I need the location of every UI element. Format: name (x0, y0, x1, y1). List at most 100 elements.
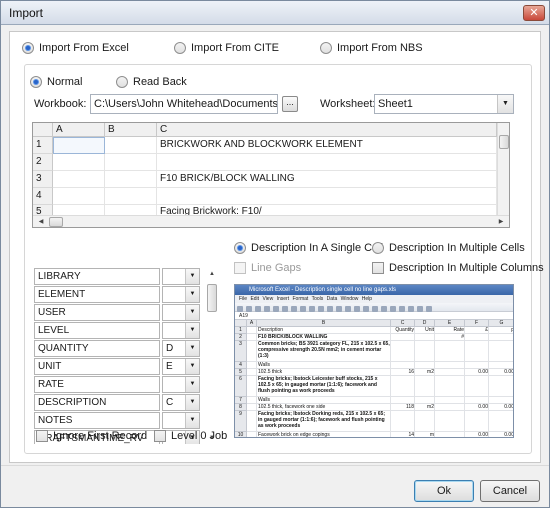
radio-import-cite[interactable]: Import From CITE (174, 42, 279, 54)
field-name: DESCRIPTION (34, 394, 160, 411)
preview-cell: Description (257, 327, 391, 334)
preview-cell: m2 (415, 404, 435, 411)
grid-cell[interactable]: F10 BRICK/BLOCK WALLING (157, 171, 497, 188)
radio-read-back[interactable]: Read Back (116, 76, 187, 88)
chevron-down-icon: ▼ (185, 287, 199, 302)
spreadsheet-grid[interactable]: A B C 1 BRICKWORK AND BLOCKWORK ELEMENT … (32, 122, 510, 228)
column-select[interactable]: ▼ (162, 286, 200, 303)
preview-cell (391, 376, 415, 397)
radio-label: Import From CITE (191, 42, 280, 54)
preview-column-header: F (465, 320, 489, 327)
cancel-button[interactable]: Cancel (480, 480, 540, 502)
column-select[interactable]: ▼ (162, 376, 200, 393)
preview-row-number: 9 (235, 411, 247, 432)
radio-description-single-cell[interactable]: Description In A Single Cell (234, 242, 383, 254)
column-select[interactable]: ▼ (162, 322, 200, 339)
radio-normal[interactable]: Normal (30, 76, 82, 88)
grid-cell[interactable]: BRICKWORK AND BLOCKWORK ELEMENT (157, 137, 497, 154)
excel-preview-image: Microsoft Excel - Description single cel… (234, 284, 514, 438)
grid-cell[interactable] (157, 188, 497, 205)
row-header: 2 (33, 154, 53, 171)
preview-row-number: 10 (235, 432, 247, 437)
preview-cell: 0.00 (489, 432, 513, 437)
grid-cell[interactable] (105, 154, 157, 171)
scroll-thumb[interactable] (499, 135, 509, 149)
checkbox-description-multiple-columns[interactable]: Description In Multiple Columns (372, 262, 544, 274)
column-header[interactable]: B (105, 123, 157, 137)
field-name: UNIT (34, 358, 160, 375)
grid-cell[interactable] (157, 154, 497, 171)
scroll-thumb[interactable] (207, 284, 217, 312)
browse-button[interactable]: ... (282, 96, 298, 112)
preview-cell: Unit (415, 327, 435, 334)
column-header[interactable]: A (53, 123, 105, 137)
mapping-scrollbar[interactable]: ▲ ▼ (206, 268, 218, 444)
checkbox-box (234, 262, 246, 274)
grid-cell[interactable] (105, 188, 157, 205)
radio-label: Description In Multiple Cells (389, 242, 525, 254)
preview-cell (465, 334, 489, 341)
mapping-row: LEVEL ▼ (34, 322, 202, 339)
grid-cell[interactable] (53, 154, 105, 171)
chevron-down-icon: ▼ (185, 341, 199, 356)
scroll-left-icon[interactable]: ◀ (35, 216, 47, 227)
row-header: 3 (33, 171, 53, 188)
grid-horizontal-scrollbar[interactable]: ◀ ▶ (33, 215, 509, 227)
grid-cell[interactable] (105, 137, 157, 154)
ok-button[interactable]: Ok (414, 480, 474, 502)
grid-cell-a1[interactable] (53, 137, 105, 154)
preview-menu: File Edit View Insert Format Tools Data … (235, 295, 513, 303)
radio-indicator (116, 76, 128, 88)
preview-cell (247, 404, 257, 411)
workbook-path-input[interactable]: C:\Users\John Whitehead\Documents\Vector… (90, 94, 278, 114)
scroll-thumb[interactable] (49, 217, 63, 227)
chevron-down-icon: ▼ (497, 95, 513, 113)
preview-row-number: 1 (235, 327, 247, 334)
field-name: RATE (34, 376, 160, 393)
radio-import-nbs[interactable]: Import From NBS (320, 42, 423, 54)
scroll-up-icon[interactable]: ▲ (206, 268, 218, 280)
radio-indicator (30, 76, 42, 88)
preview-toolbar (235, 303, 513, 312)
worksheet-select[interactable]: Sheet1 ▼ (374, 94, 514, 114)
column-select[interactable]: E ▼ (162, 358, 200, 375)
grid-vertical-scrollbar[interactable] (497, 123, 509, 215)
radio-label: Import From Excel (39, 42, 129, 54)
checkbox-ignore-first-record[interactable]: Ignore First Record (36, 430, 147, 442)
column-select[interactable]: ▼ (162, 412, 200, 429)
column-value: E (166, 361, 173, 372)
scroll-right-icon[interactable]: ▶ (495, 216, 507, 227)
column-select[interactable]: D ▼ (162, 340, 200, 357)
column-select[interactable]: ▼ (162, 304, 200, 321)
preview-column-header: A (247, 320, 257, 327)
preview-cell (247, 362, 257, 369)
checkbox-level-0-job[interactable]: Level 0 Job (154, 430, 227, 442)
preview-cell (247, 411, 257, 432)
radio-indicator (174, 42, 186, 54)
grid-cell[interactable] (53, 188, 105, 205)
chevron-down-icon: ▼ (185, 305, 199, 320)
checkbox-box (372, 262, 384, 274)
column-header[interactable]: C (157, 123, 497, 137)
preview-cell: 102.5 thick (257, 369, 391, 376)
grid-cell[interactable] (105, 171, 157, 188)
preview-column-header: C (391, 320, 415, 327)
row-header: 4 (33, 188, 53, 205)
grid-cell[interactable] (53, 171, 105, 188)
preview-cell: £ (465, 327, 489, 334)
column-value: D (166, 343, 174, 354)
radio-description-multiple-cells[interactable]: Description In Multiple Cells (372, 242, 525, 254)
close-button[interactable]: ✕ (523, 5, 545, 21)
column-select[interactable]: ▼ (162, 268, 200, 285)
radio-import-excel[interactable]: Import From Excel (22, 42, 129, 54)
field-name: LEVEL (34, 322, 160, 339)
preview-cell (415, 376, 435, 397)
radio-label: Import From NBS (337, 42, 423, 54)
radio-label: Read Back (133, 76, 187, 88)
preview-cell (391, 334, 415, 341)
preview-column-header: B (257, 320, 391, 327)
preview-row-number: 7 (235, 397, 247, 404)
preview-cell: Rate (435, 327, 465, 334)
preview-cell (247, 327, 257, 334)
column-select[interactable]: C ▼ (162, 394, 200, 411)
